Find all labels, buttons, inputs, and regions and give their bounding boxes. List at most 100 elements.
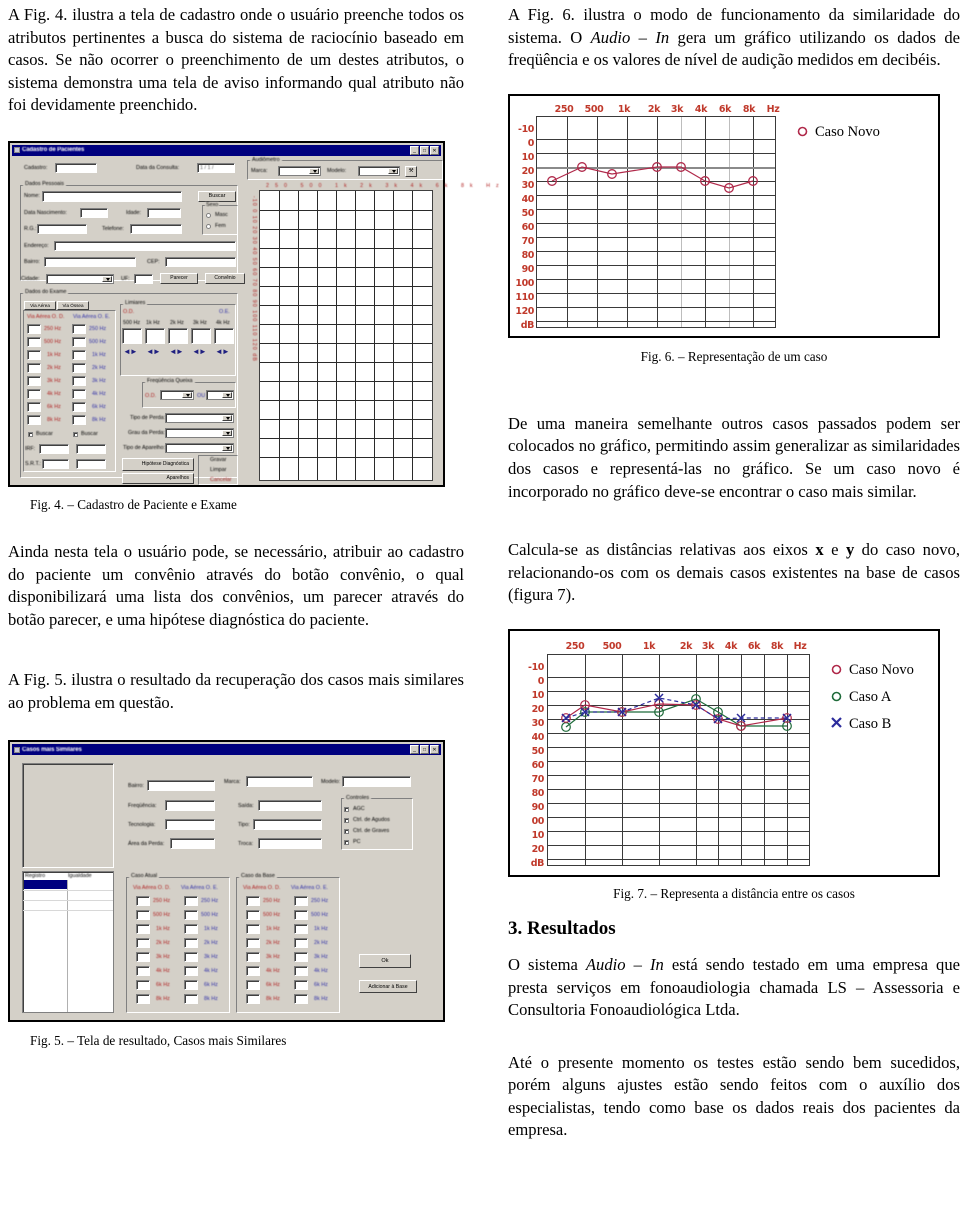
spinner-500[interactable]: ◄► <box>123 347 138 356</box>
oe-1k-input[interactable] <box>72 349 86 360</box>
area-perda-input[interactable] <box>170 838 215 850</box>
cb-od-250[interactable] <box>246 896 260 907</box>
label-limpar[interactable]: Limpar <box>210 467 226 473</box>
cb-oe-3k[interactable] <box>294 952 308 963</box>
oe-3k-input[interactable] <box>72 375 86 386</box>
ca-od-500[interactable] <box>136 910 150 921</box>
bairro-input[interactable] <box>44 256 136 267</box>
buscar-button[interactable]: Buscar <box>198 190 236 202</box>
irf-od-input[interactable] <box>39 443 69 454</box>
freq-queixa-od-select[interactable] <box>160 389 194 400</box>
cb-oe-8k[interactable] <box>294 994 308 1005</box>
fig4-window-buttons[interactable]: _ □ ✕ <box>410 145 439 155</box>
cb-od-8k[interactable] <box>246 994 260 1005</box>
od-250-input[interactable] <box>27 323 41 334</box>
ca-oe-6k[interactable] <box>184 980 198 991</box>
ca-oe-8k[interactable] <box>184 994 198 1005</box>
bairro-input-f5[interactable] <box>147 780 215 792</box>
data-nascimento-input[interactable] <box>80 207 108 218</box>
srt-oe-input[interactable] <box>76 458 106 469</box>
ca-oe-250[interactable] <box>184 896 198 907</box>
ca-od-4k[interactable] <box>136 966 150 977</box>
od-4k-input[interactable] <box>27 388 41 399</box>
ca-oe-1k[interactable] <box>184 924 198 935</box>
oe-8k-input[interactable] <box>72 414 86 425</box>
minimize-button[interactable]: _ <box>410 145 419 155</box>
spinner-4k[interactable]: ◄► <box>215 347 230 356</box>
marca-select[interactable] <box>278 165 321 176</box>
oe-500-input[interactable] <box>72 336 86 347</box>
marca-input-f5[interactable] <box>246 776 313 788</box>
cidade-select[interactable] <box>46 273 114 284</box>
tab-via-aerea[interactable]: Via Aérea <box>24 300 56 310</box>
maximize-button[interactable]: □ <box>420 745 429 755</box>
aparelhos-button[interactable]: Aparelhos <box>122 472 194 484</box>
modelo-input-f5[interactable] <box>342 776 411 788</box>
fig4-screenshot[interactable]: Cadastro de Pacientes _ □ ✕ Cadastro: Da… <box>8 140 499 487</box>
saida-input[interactable] <box>258 800 322 812</box>
audiometro-search-button[interactable]: ⚒ <box>405 165 417 177</box>
srt-od-input[interactable] <box>42 458 69 469</box>
cb-oe-2k[interactable] <box>294 938 308 949</box>
cb-oe-6k[interactable] <box>294 980 308 991</box>
od-8k-input[interactable] <box>27 414 41 425</box>
od-1k-input[interactable] <box>27 349 41 360</box>
sexo-masc-radio[interactable] <box>206 212 211 218</box>
results-grid[interactable] <box>22 871 114 1014</box>
telefone-input[interactable] <box>130 223 182 234</box>
tipo-aparelho-select[interactable] <box>165 442 234 453</box>
limiar-500-input[interactable] <box>122 327 142 344</box>
od-2k-input[interactable] <box>27 362 41 373</box>
agc-checkbox[interactable] <box>344 807 349 813</box>
od-3k-input[interactable] <box>27 375 41 386</box>
irf-oe-input[interactable] <box>76 443 106 454</box>
oe-4k-input[interactable] <box>72 388 86 399</box>
label-gravar[interactable]: Gravar <box>210 457 226 463</box>
convenio-button[interactable]: Convênio <box>205 272 245 284</box>
tipo-input[interactable] <box>253 819 322 831</box>
modelo-select[interactable] <box>358 165 400 176</box>
ca-od-3k[interactable] <box>136 952 150 963</box>
rg-input[interactable] <box>37 223 87 234</box>
ca-od-1k[interactable] <box>136 924 150 935</box>
limiar-4k-input[interactable] <box>214 327 234 344</box>
cadastro-input[interactable] <box>55 162 97 173</box>
nome-input[interactable] <box>42 190 182 202</box>
tab-via-ossea[interactable]: Via Óssea <box>57 300 89 310</box>
cb-od-1k[interactable] <box>246 924 260 935</box>
close-button[interactable]: ✕ <box>430 745 439 755</box>
hipotese-diagnostica-button[interactable]: Hipótese Diagnóstica <box>122 457 194 471</box>
idade-input[interactable] <box>147 207 181 218</box>
troca-input[interactable] <box>258 838 322 850</box>
limiar-2k-input[interactable] <box>168 327 188 344</box>
graves-checkbox[interactable] <box>344 829 349 835</box>
ca-od-250[interactable] <box>136 896 150 907</box>
ca-od-6k[interactable] <box>136 980 150 991</box>
ca-oe-500[interactable] <box>184 910 198 921</box>
fig5-window-buttons[interactable]: _ □ ✕ <box>410 745 439 755</box>
spinner-3k[interactable]: ◄► <box>192 347 207 356</box>
sexo-fem-radio[interactable] <box>206 223 211 229</box>
maximize-button[interactable]: □ <box>420 145 429 155</box>
buscar-oe-checkbox[interactable] <box>73 431 78 437</box>
cb-od-2k[interactable] <box>246 938 260 949</box>
freq-queixa-ou-select[interactable] <box>206 389 234 400</box>
od-500-input[interactable] <box>27 336 41 347</box>
ca-od-2k[interactable] <box>136 938 150 949</box>
od-6k-input[interactable] <box>27 401 41 412</box>
cb-od-4k[interactable] <box>246 966 260 977</box>
cb-oe-4k[interactable] <box>294 966 308 977</box>
oe-250-input[interactable] <box>72 323 86 334</box>
cb-oe-250[interactable] <box>294 896 308 907</box>
limiar-3k-input[interactable] <box>191 327 211 344</box>
cb-od-500[interactable] <box>246 910 260 921</box>
cb-od-3k[interactable] <box>246 952 260 963</box>
tipo-perda-select[interactable] <box>165 412 234 423</box>
pc-checkbox[interactable] <box>344 840 349 846</box>
close-button[interactable]: ✕ <box>430 145 439 155</box>
cb-oe-1k[interactable] <box>294 924 308 935</box>
ca-oe-2k[interactable] <box>184 938 198 949</box>
ok-button[interactable]: Ok <box>359 954 411 969</box>
adicionar-base-button[interactable]: Adicionar à Base <box>359 980 417 994</box>
fig5-screenshot[interactable]: Casos mais Similares _ □ ✕ Registro Igua… <box>8 740 445 1023</box>
